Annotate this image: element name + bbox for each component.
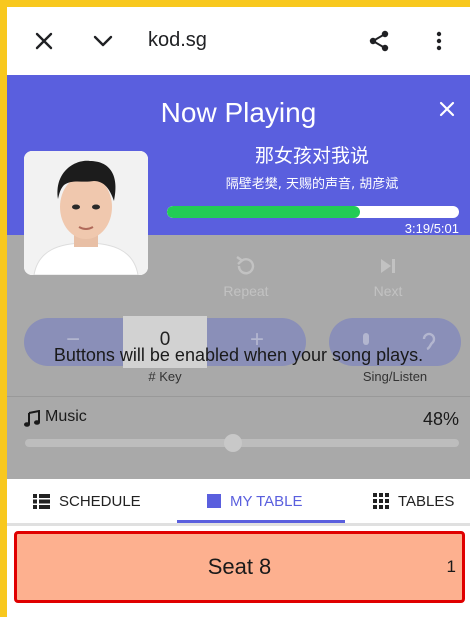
close-icon[interactable] [439,101,455,117]
url-text[interactable]: kod.sg [148,29,207,52]
share-icon[interactable] [367,29,391,53]
browser-toolbar: kod.sg [7,7,470,75]
divider [7,396,470,397]
grid-icon [373,493,389,509]
tab-my-table[interactable]: MY TABLE [207,479,303,523]
app-frame: kod.sg Now Playing 那女孩对我说 隔壁老樊, 天赐的声音, 胡… [7,7,470,617]
artist-portrait-image [24,151,148,275]
close-icon[interactable] [32,29,56,53]
tab-divider [7,523,470,526]
tab-tables[interactable]: TABLES [373,479,454,523]
disabled-controls-message: Buttons will be enabled when your song p… [53,345,424,365]
skip-next-icon[interactable] [376,254,400,278]
song-title: 那女孩对我说 [254,145,369,167]
key-caption: # Key [148,369,182,384]
music-volume-percent: 48% [422,409,459,429]
now-playing-title: Now Playing [160,97,317,128]
chevron-down-icon[interactable] [91,29,115,53]
song-progress-fill [167,206,361,218]
seat-row[interactable]: Seat 8 1 [14,531,465,603]
list-icon [33,493,50,509]
seat-label: Seat 8 [207,554,272,579]
square-icon [207,494,221,508]
tab-my-table-label: MY TABLE [230,492,303,510]
song-artist: 隔壁老樊, 天赐的声音, 胡彦斌 [225,177,399,192]
song-progress-bar [167,206,459,218]
music-volume-label: Music [45,408,87,425]
next-label: Next [373,283,403,299]
music-note-icon [24,410,40,427]
tab-tables-label: TABLES [398,492,455,510]
album-art [24,151,148,275]
tab-schedule-label: SCHEDULE [59,492,141,510]
song-time: 3:19/5:01 [404,221,459,236]
active-tab-indicator [177,520,345,523]
tab-bar: SCHEDULE MY TABLE TABLES [7,479,470,523]
repeat-label: Repeat [223,283,269,299]
more-vert-icon[interactable] [427,29,451,53]
seat-count: 1 [446,557,456,576]
sing-listen-caption: Sing/Listen [362,369,428,384]
tab-schedule[interactable]: SCHEDULE [33,479,141,523]
repeat-icon[interactable] [234,254,258,278]
